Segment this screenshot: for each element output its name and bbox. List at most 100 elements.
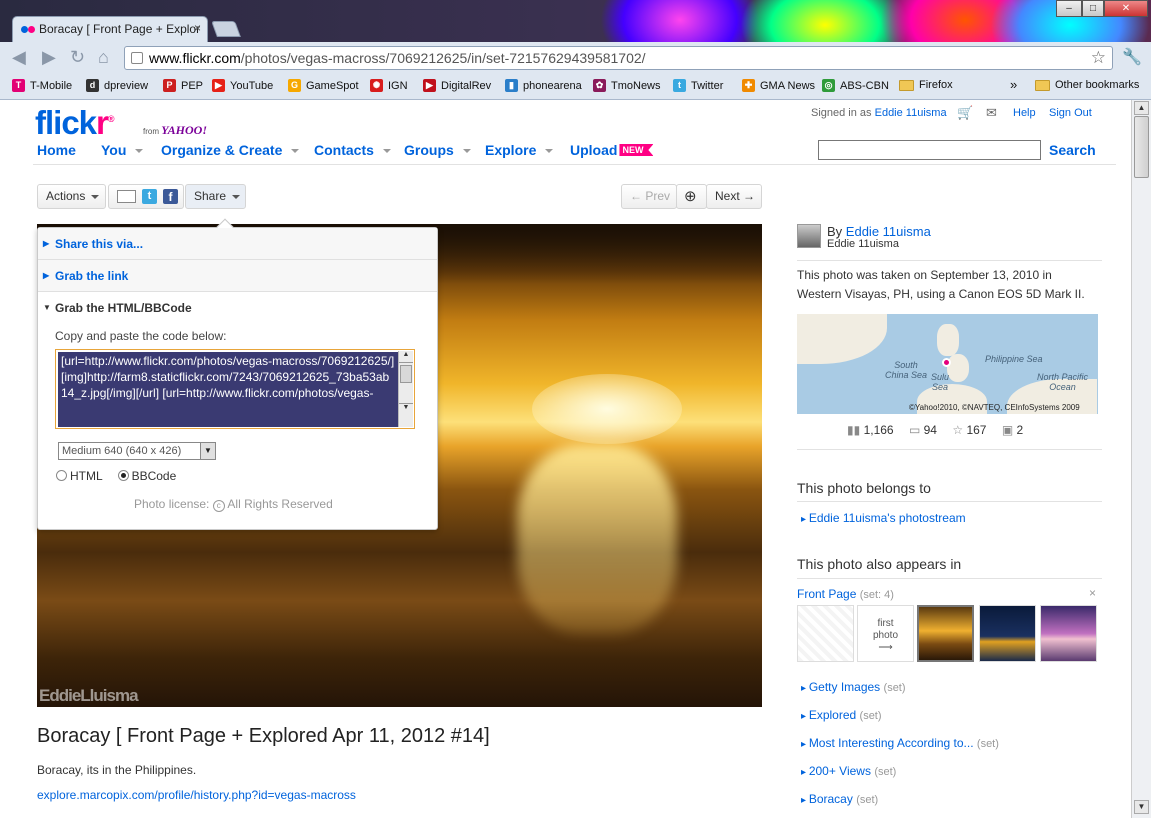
grab-link-item[interactable]: ▶ Grab the link xyxy=(38,260,437,292)
nav-contacts[interactable]: Contacts xyxy=(314,142,391,158)
set-placeholder-thumb xyxy=(797,605,854,662)
browser-tab[interactable]: Boracay [ Front Page + Explor × xyxy=(12,16,208,42)
comments-count: 94 xyxy=(923,423,937,437)
chevron-down-icon[interactable] xyxy=(291,149,300,154)
signed-in-text: Signed in as Eddie 11uisma xyxy=(811,107,947,119)
set-thumb-city[interactable] xyxy=(979,605,1036,662)
size-select[interactable]: Medium 640 (640 x 426) ▼ xyxy=(58,442,216,460)
cart-icon[interactable]: 🛒 xyxy=(957,105,973,121)
share-via-item[interactable]: ▶ Share this via... xyxy=(38,228,437,260)
bookmark-phonearena[interactable]: ▮ phonearena xyxy=(505,79,582,92)
zoom-icon[interactable]: ⊕ xyxy=(676,184,707,209)
search-button[interactable]: Search xyxy=(1049,142,1096,158)
set-item[interactable]: Most Interesting According to... (set) xyxy=(801,736,999,750)
bookmark-abs-cbn[interactable]: ◎ ABS-CBN xyxy=(822,79,889,92)
next-button[interactable]: Next → xyxy=(706,184,762,209)
bookmark-digitalrev[interactable]: ▶ DigitalRev xyxy=(423,79,491,92)
bookmark-star-icon[interactable]: ☆ xyxy=(1091,47,1106,69)
set-item[interactable]: 200+ Views (set) xyxy=(801,764,897,778)
bookmark-favicon-icon: ◎ xyxy=(822,79,835,92)
bookmark-youtube[interactable]: ▶ YouTube xyxy=(212,79,273,92)
nav-organize[interactable]: Organize & Create xyxy=(161,142,300,158)
embed-code-text[interactable]: [url=http://www.flickr.com/photos/vegas-… xyxy=(58,352,398,427)
set-item[interactable]: Boracay (set) xyxy=(801,792,878,806)
bookmark-pep[interactable]: P PEP xyxy=(163,79,203,92)
address-bar[interactable]: www.flickr.com/photos/vegas-macross/7069… xyxy=(124,46,1113,70)
home-icon[interactable]: ⌂ xyxy=(98,47,109,68)
bookmark-t-mobile[interactable]: T T-Mobile xyxy=(12,79,72,92)
nav-upload[interactable]: Upload NEW xyxy=(570,142,654,158)
wrench-icon[interactable]: 🔧 xyxy=(1122,47,1142,67)
email-icon[interactable] xyxy=(117,190,136,203)
grab-html-item[interactable]: ▼ Grab the HTML/BBCode xyxy=(38,292,437,324)
taken-info-line2: Western Visayas, PH, using a Canon EOS 5… xyxy=(797,287,1085,301)
embed-code-textarea[interactable]: [url=http://www.flickr.com/photos/vegas-… xyxy=(55,349,415,429)
search-input[interactable] xyxy=(818,140,1041,160)
signed-in-user-link[interactable]: Eddie 11uisma xyxy=(875,107,947,119)
chevron-down-icon[interactable] xyxy=(545,149,554,154)
history-link[interactable]: explore.marcopix.com/profile/history.php… xyxy=(37,788,356,802)
folder-icon xyxy=(899,79,914,91)
sets-count: 2 xyxy=(1016,423,1024,437)
facebook-icon[interactable]: f xyxy=(163,189,178,204)
page-scrollbar[interactable]: ▲ ▼ xyxy=(1131,100,1151,818)
front-page-set-link[interactable]: Front Page xyxy=(797,587,856,601)
share-button[interactable]: Share xyxy=(185,184,246,209)
photo-stats: ▮▮ 1,166 ▭ 94 ☆ 167 ▣ 2 xyxy=(847,423,1023,437)
bookmarks-overflow-icon[interactable]: » xyxy=(1010,77,1017,92)
chevron-down-icon[interactable] xyxy=(462,149,471,154)
scroll-thumb[interactable] xyxy=(1134,116,1149,178)
minimize-button[interactable]: – xyxy=(1056,0,1082,17)
html-radio[interactable] xyxy=(56,470,67,481)
set-item[interactable]: Explored (set) xyxy=(801,708,882,722)
chevron-down-icon[interactable] xyxy=(382,149,391,154)
scroll-down-arrow-icon[interactable]: ▼ xyxy=(1134,800,1149,814)
bookmark-dpreview[interactable]: d dpreview xyxy=(86,79,148,92)
avatar[interactable] xyxy=(797,224,821,248)
bookmark-gma-news[interactable]: ✚ GMA News xyxy=(742,79,815,92)
bookmark-ign[interactable]: ✺ IGN xyxy=(370,79,408,92)
textarea-scrollbar[interactable]: ▲ ▼ xyxy=(398,351,413,427)
bookmark-gamespot[interactable]: G GameSpot xyxy=(288,79,359,92)
prev-button[interactable]: ← Prev xyxy=(621,184,677,209)
divider xyxy=(33,164,1116,165)
bookmark-label: ABS-CBN xyxy=(840,79,889,92)
close-window-button[interactable]: ✕ xyxy=(1104,0,1148,17)
help-link[interactable]: Help xyxy=(1013,107,1036,119)
nav-home[interactable]: Home xyxy=(37,142,76,158)
location-pin-icon xyxy=(942,358,951,367)
back-arrow-icon[interactable]: ◀ xyxy=(12,47,26,68)
reload-icon[interactable]: ↻ xyxy=(70,47,85,68)
twitter-icon[interactable]: t xyxy=(142,189,157,204)
first-photo-marker: first photo ⟶ xyxy=(857,605,914,662)
maximize-button[interactable]: □ xyxy=(1082,0,1104,17)
other-bookmarks[interactable]: Other bookmarks xyxy=(1035,79,1139,91)
flickr-page: flickr® from YAHOO! Signed in as Eddie 1… xyxy=(0,100,1131,818)
set-item[interactable]: Getty Images (set) xyxy=(801,680,906,694)
location-map[interactable]: South China Sea Sulu Sea Philippine Sea No… xyxy=(797,314,1098,414)
forward-arrow-icon[interactable]: ▶ xyxy=(42,47,56,68)
sign-out-link[interactable]: Sign Out xyxy=(1049,107,1092,119)
set-thumb-sunset[interactable] xyxy=(1040,605,1097,662)
bbcode-radio[interactable] xyxy=(117,470,129,481)
actions-button[interactable]: Actions xyxy=(37,184,106,209)
flickr-logo[interactable]: flickr® xyxy=(35,104,114,142)
bookmark-firefox[interactable]: Firefox xyxy=(899,79,953,91)
bookmark-label: IGN xyxy=(388,79,408,92)
nav-groups[interactable]: Groups xyxy=(404,142,471,158)
photostream-link[interactable]: Eddie 11uisma's photostream xyxy=(801,511,966,525)
bookmark-tmonews[interactable]: ✿ TmoNews xyxy=(593,79,661,92)
copyright-icon: c xyxy=(212,500,225,512)
chevron-down-icon[interactable] xyxy=(135,149,144,154)
bookmark-twitter[interactable]: t Twitter xyxy=(673,79,723,92)
tab-close-icon[interactable]: × xyxy=(194,21,201,35)
close-icon[interactable]: × xyxy=(1089,586,1096,600)
nav-you[interactable]: You xyxy=(101,142,144,158)
new-tab-button[interactable] xyxy=(211,21,241,37)
scroll-up-arrow-icon[interactable]: ▲ xyxy=(1134,101,1149,115)
nav-explore[interactable]: Explore xyxy=(485,142,554,158)
bookmark-favicon-icon: ✚ xyxy=(742,79,755,92)
set-thumb-current[interactable] xyxy=(917,605,974,662)
mail-icon[interactable]: ✉ xyxy=(986,105,997,121)
owner-link[interactable]: Eddie 11uisma xyxy=(846,224,931,239)
